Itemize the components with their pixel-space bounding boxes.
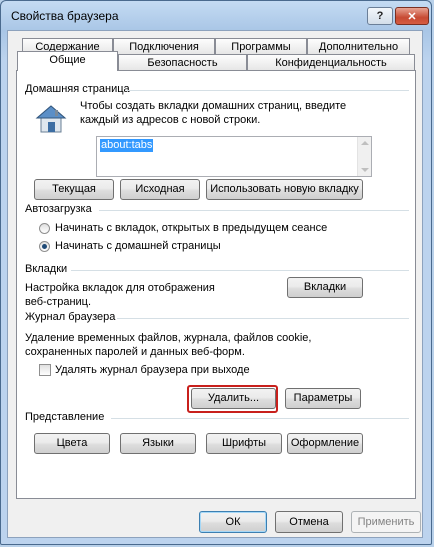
apply-button[interactable]: Применить bbox=[351, 511, 421, 533]
languages-button[interactable]: Языки bbox=[120, 433, 196, 454]
appearance-section-label: Представление bbox=[25, 411, 105, 423]
cancel-button[interactable]: Отмена bbox=[275, 511, 343, 533]
radio-start-previous-label: Начинать с вкладок, открытых в предыдуще… bbox=[55, 222, 328, 234]
tab-advanced[interactable]: Дополнительно bbox=[307, 38, 410, 55]
textarea-scrollbar[interactable] bbox=[357, 137, 371, 176]
window-title: Свойства браузера bbox=[11, 9, 119, 23]
use-current-button[interactable]: Текущая bbox=[34, 179, 114, 200]
history-settings-button[interactable]: Параметры bbox=[285, 388, 361, 409]
home-page-value: about:tabs bbox=[100, 139, 154, 152]
home-description-line2: каждый из адресов с новой строки. bbox=[80, 114, 261, 126]
use-new-tab-button[interactable]: Использовать новую вкладку bbox=[206, 179, 363, 200]
delete-on-exit-label: Удалять журнал браузера при выходе bbox=[55, 364, 250, 376]
help-button[interactable]: ? bbox=[367, 7, 393, 25]
home-page-textarea[interactable]: about:tabs bbox=[96, 136, 372, 177]
history-description-line1: Удаление временных файлов, журнала, файл… bbox=[25, 332, 312, 344]
tabs-section-divider bbox=[71, 270, 409, 271]
ok-button[interactable]: ОК bbox=[199, 511, 267, 533]
tab-privacy[interactable]: Конфиденциальность bbox=[247, 54, 415, 71]
appearance-section-divider bbox=[111, 418, 409, 419]
colors-button[interactable]: Цвета bbox=[34, 433, 110, 454]
radio-start-home[interactable] bbox=[39, 241, 50, 252]
tab-security[interactable]: Безопасность bbox=[118, 54, 247, 71]
use-default-button[interactable]: Исходная bbox=[120, 179, 200, 200]
home-section-label: Домашняя страница bbox=[25, 83, 130, 95]
radio-start-home-label: Начинать с домашней страницы bbox=[55, 240, 221, 252]
close-button[interactable]: ✕ bbox=[395, 7, 429, 25]
startup-section-divider bbox=[99, 210, 409, 211]
delete-button-highlight bbox=[187, 385, 278, 413]
accessibility-button[interactable]: Оформление bbox=[287, 433, 363, 454]
tabs-description-line2: веб-страниц. bbox=[25, 296, 92, 308]
home-description-line1: Чтобы создать вкладки домашних страниц, … bbox=[80, 100, 347, 112]
history-description-line2: сохраненных паролей и данных веб-форм. bbox=[25, 346, 245, 358]
history-section-divider bbox=[117, 318, 409, 319]
house-icon bbox=[35, 104, 67, 134]
tabs-settings-button[interactable]: Вкладки bbox=[287, 277, 363, 298]
general-tab-panel: Домашняя страница Чтобы создать вкладки … bbox=[16, 70, 416, 499]
fonts-button[interactable]: Шрифты bbox=[206, 433, 282, 454]
scroll-up-arrow-icon[interactable] bbox=[361, 141, 369, 145]
title-bar: Свойства браузера ? ✕ bbox=[1, 1, 431, 31]
tab-programs[interactable]: Программы bbox=[215, 38, 307, 55]
home-section-divider bbox=[127, 90, 409, 91]
tab-general[interactable]: Общие bbox=[17, 51, 118, 71]
tabs-description-line1: Настройка вкладок для отображения bbox=[25, 282, 215, 294]
delete-on-exit-checkbox[interactable] bbox=[39, 364, 51, 376]
scroll-down-arrow-icon[interactable] bbox=[361, 168, 369, 172]
tabs-section-label: Вкладки bbox=[25, 263, 68, 275]
startup-section-label: Автозагрузка bbox=[25, 203, 92, 215]
radio-start-previous[interactable] bbox=[39, 223, 50, 234]
history-section-label: Журнал браузера bbox=[25, 311, 116, 323]
tab-connections[interactable]: Подключения bbox=[113, 38, 215, 55]
